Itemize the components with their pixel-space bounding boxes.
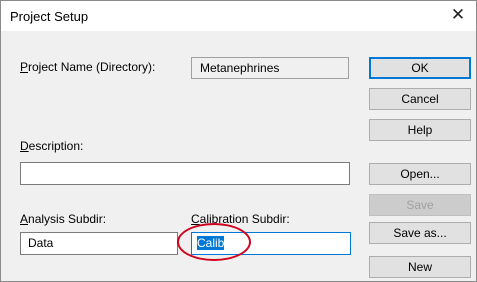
help-button[interactable]: Help	[369, 119, 471, 141]
open-button[interactable]: Open...	[369, 163, 471, 185]
cancel-button[interactable]: Cancel	[369, 88, 471, 110]
project-name-field: Metanephrines	[191, 57, 349, 79]
close-icon[interactable]: ✕	[440, 1, 476, 31]
analysis-subdir-input[interactable]: Data	[20, 232, 178, 255]
description-input[interactable]	[20, 162, 350, 185]
window-title: Project Setup	[10, 9, 89, 24]
new-button[interactable]: New	[369, 256, 471, 278]
ok-button[interactable]: OK	[369, 57, 471, 79]
save-as-button[interactable]: Save as...	[369, 222, 471, 244]
calibration-subdir-selected-text: Calib	[197, 236, 225, 250]
description-label: Description:	[20, 139, 84, 153]
project-name-label: Project Name (Directory):	[20, 60, 156, 74]
calibration-subdir-label: Calibration Subdir:	[191, 212, 290, 226]
title-bar: Project Setup ✕	[1, 1, 476, 31]
project-setup-dialog: Project Setup ✕ Project Name (Directory)…	[0, 0, 477, 282]
save-button: Save	[369, 194, 471, 216]
analysis-subdir-label: Analysis Subdir:	[20, 212, 107, 226]
calibration-subdir-input[interactable]: Calib	[191, 232, 351, 255]
